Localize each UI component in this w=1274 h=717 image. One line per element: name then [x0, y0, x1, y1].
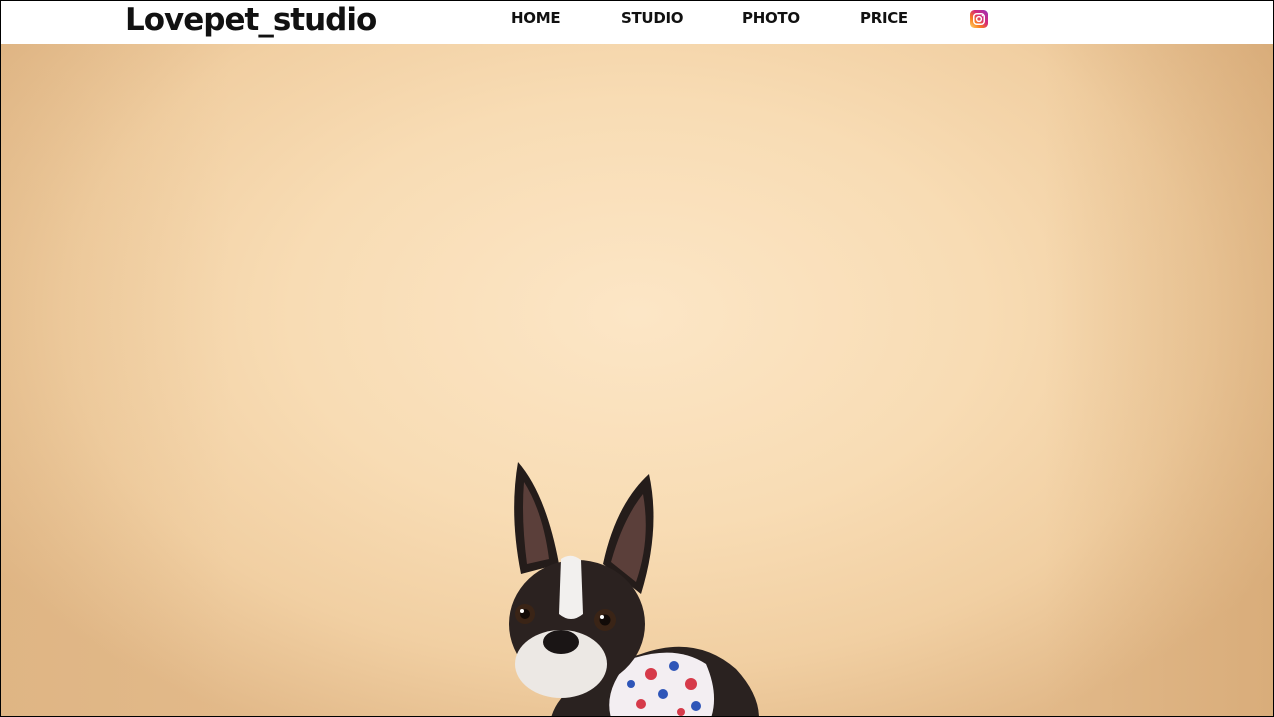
site-logo[interactable]: Lovepet_studio — [125, 2, 377, 38]
page: Lovepet_studio HOME STUDIO PHOTO PRICE — [0, 0, 1274, 717]
site-header: Lovepet_studio HOME STUDIO PHOTO PRICE — [1, 1, 1273, 44]
nav-home[interactable]: HOME — [511, 9, 561, 27]
dog-photo — [509, 462, 759, 716]
nav-photo[interactable]: PHOTO — [742, 9, 800, 27]
nav-studio[interactable]: STUDIO — [621, 9, 684, 27]
nav-price[interactable]: PRICE — [860, 9, 908, 27]
hero-banner — [1, 44, 1273, 716]
instagram-icon[interactable] — [970, 10, 988, 28]
